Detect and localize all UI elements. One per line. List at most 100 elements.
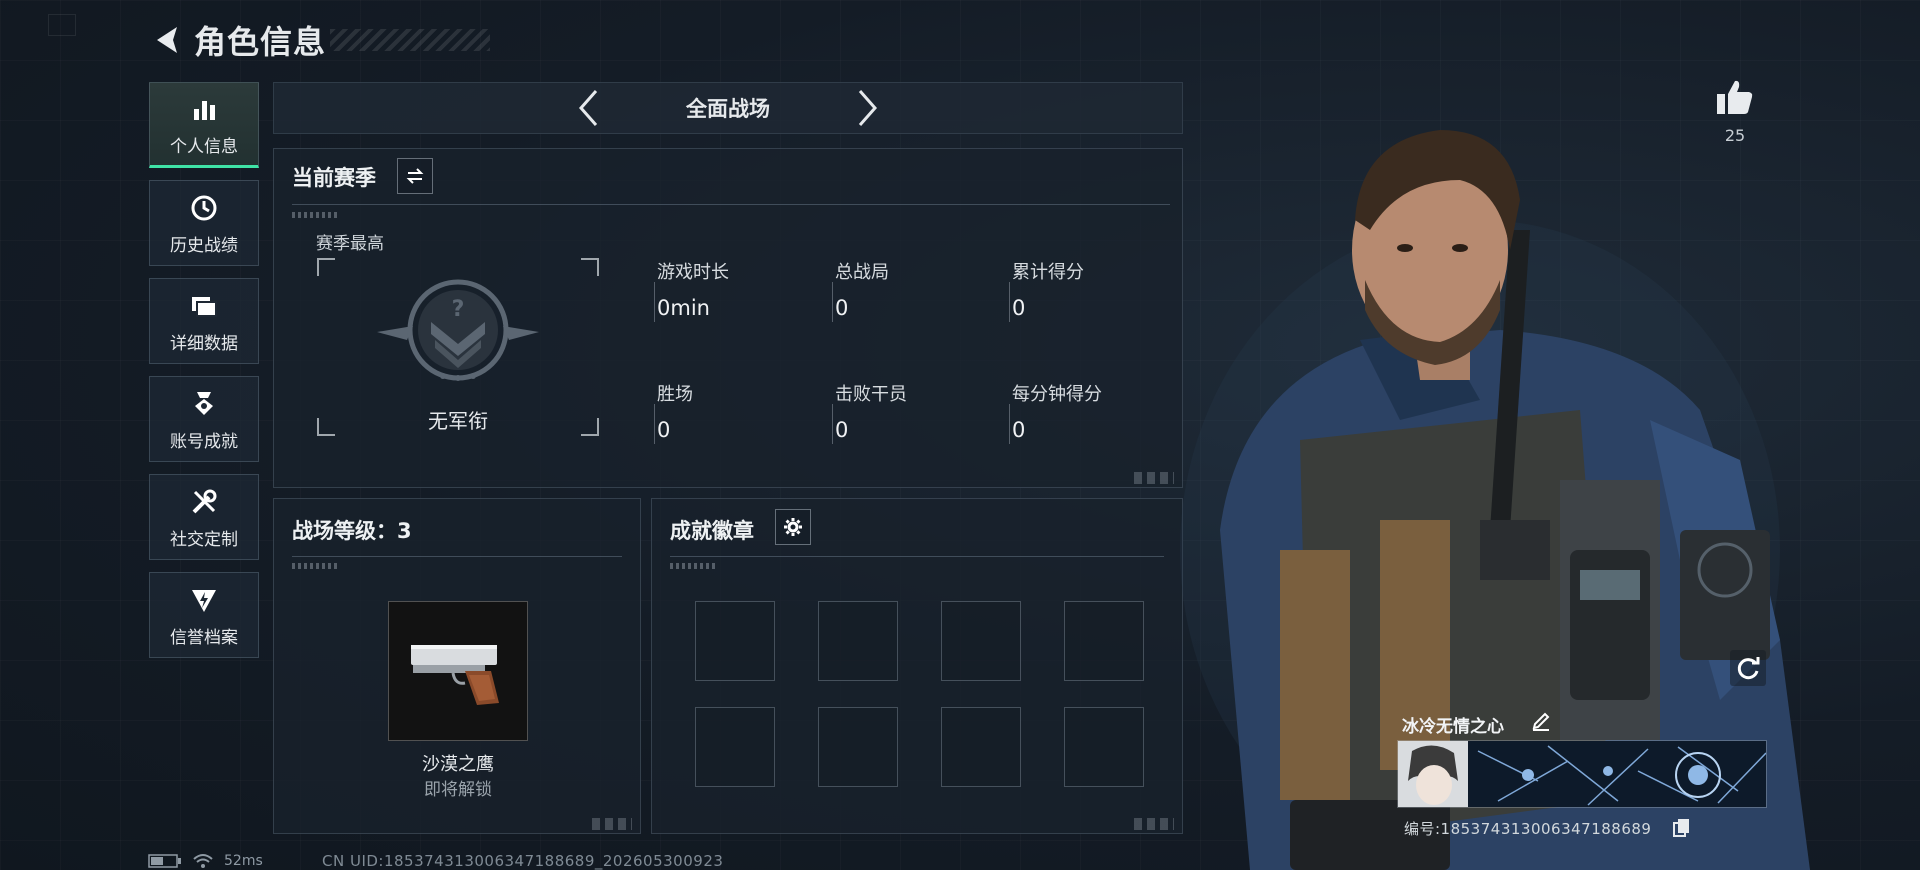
copy-icon xyxy=(1673,819,1689,837)
chevron-left-icon xyxy=(578,90,598,126)
stat-label: 每分钟得分 xyxy=(1012,384,1102,405)
stat-divider xyxy=(832,282,833,322)
folder-stack-icon xyxy=(187,289,221,323)
frame-corner xyxy=(317,258,335,276)
badge-slot[interactable] xyxy=(695,707,775,787)
ping-value: 52ms xyxy=(224,853,263,869)
stat-total-score: 累计得分 0 xyxy=(1012,258,1084,320)
shield-bolt-icon xyxy=(187,583,221,617)
badge-slot[interactable] xyxy=(941,601,1021,681)
sidebar-item-credit[interactable]: 信誉档案 xyxy=(149,572,259,658)
sidebar-item-social[interactable]: 社交定制 xyxy=(149,474,259,560)
stat-value: 0 xyxy=(657,418,671,442)
player-namecard[interactable] xyxy=(1397,740,1767,808)
pistol-icon xyxy=(411,645,499,705)
copy-id-button[interactable] xyxy=(1672,817,1692,841)
season-best-label: 赛季最高 xyxy=(316,234,384,254)
sidebar-item-history[interactable]: 历史战绩 xyxy=(149,180,259,266)
frame-corner xyxy=(581,258,599,276)
badges-title: 成就徽章 xyxy=(670,519,754,543)
corner-decoration xyxy=(48,14,76,36)
stat-divider xyxy=(1009,282,1010,322)
mode-selector: 全面战场 xyxy=(273,82,1183,134)
page-header: 角色信息 xyxy=(148,18,491,62)
bar-chart-icon xyxy=(187,92,221,126)
stat-value: 0 xyxy=(1012,418,1026,442)
sidebar: 个人信息 历史战绩 详细数据 账号成就 社交定制 信誉档案 xyxy=(149,82,259,670)
badge-slot[interactable] xyxy=(1064,601,1144,681)
corner-decoration xyxy=(592,818,632,830)
badge-slot[interactable] xyxy=(818,707,898,787)
mode-label: 全面战场 xyxy=(686,97,770,121)
stat-value: 0 xyxy=(835,418,849,442)
stat-score-per-minute: 每分钟得分 0 xyxy=(1012,380,1102,442)
edit-name-button[interactable] xyxy=(1530,710,1552,736)
change-appearance-button[interactable] xyxy=(1730,650,1766,686)
tick-decoration xyxy=(292,563,338,569)
svg-text:?: ? xyxy=(452,297,465,322)
back-button[interactable] xyxy=(148,20,188,60)
badge-slot[interactable] xyxy=(941,707,1021,787)
switch-season-button[interactable] xyxy=(397,158,433,194)
weapon-reward-card[interactable] xyxy=(388,601,528,741)
stat-label: 总战局 xyxy=(835,262,889,283)
tick-decoration xyxy=(670,563,716,569)
like-count: 25 xyxy=(1724,126,1746,145)
player-name: 冰冷无情之心 xyxy=(1402,717,1504,737)
refresh-icon xyxy=(1737,657,1760,680)
rank-display: ? 无军衔 xyxy=(317,258,599,436)
sidebar-item-label: 账号成就 xyxy=(170,431,238,452)
sidebar-item-achievements[interactable]: 账号成就 xyxy=(149,376,259,462)
stat-total-matches: 总战局 0 xyxy=(835,258,889,320)
sidebar-item-label: 详细数据 xyxy=(170,333,238,354)
badge-slot[interactable] xyxy=(695,601,775,681)
namecard-banner xyxy=(1398,741,1766,807)
chevron-right-icon xyxy=(858,90,878,126)
badge-settings-button[interactable] xyxy=(775,509,811,545)
gear-icon xyxy=(784,518,802,536)
divider xyxy=(292,556,622,557)
back-arrow-icon xyxy=(157,27,177,53)
rank-name: 无军衔 xyxy=(428,409,488,433)
stat-divider xyxy=(654,282,655,322)
stat-label: 游戏时长 xyxy=(657,262,729,283)
sidebar-item-label: 社交定制 xyxy=(170,529,238,550)
divider xyxy=(292,204,1170,205)
stat-divider xyxy=(1009,404,1010,444)
thumbs-up-icon xyxy=(1717,80,1753,114)
player-id: 编号:18537431300634718868​9 xyxy=(1404,820,1652,838)
stat-divider xyxy=(832,404,833,444)
weapon-unlock-status: 即将解锁 xyxy=(424,780,492,800)
sidebar-item-label: 历史战绩 xyxy=(170,235,238,256)
badge-slot[interactable] xyxy=(1064,707,1144,787)
season-title: 当前赛季 xyxy=(292,166,376,190)
stat-value: 0 xyxy=(1012,296,1026,320)
title-decoration xyxy=(330,29,491,51)
tick-decoration xyxy=(292,212,338,218)
mode-next-button[interactable] xyxy=(848,83,888,133)
corner-decoration xyxy=(1134,818,1174,830)
sidebar-item-label: 个人信息 xyxy=(170,136,238,157)
stat-wins: 胜场 0 xyxy=(657,380,693,442)
history-clock-icon xyxy=(187,191,221,225)
rank-emblem-icon: ? xyxy=(377,279,539,381)
like-widget[interactable]: 25 xyxy=(1710,78,1760,145)
sidebar-item-personal-info[interactable]: 个人信息 xyxy=(149,82,259,168)
pencil-icon xyxy=(1532,712,1550,731)
stat-kills: 击败干员 0 xyxy=(835,380,907,442)
mode-prev-button[interactable] xyxy=(568,83,608,133)
weapon-name: 沙漠之鹰 xyxy=(422,754,494,775)
page-title: 角色信息 xyxy=(194,23,327,61)
sidebar-item-detailed-data[interactable]: 详细数据 xyxy=(149,278,259,364)
corner-decoration xyxy=(1134,472,1174,484)
battlefield-level-title: 战场等级：3 xyxy=(292,519,412,543)
achievement-medal-icon xyxy=(187,387,221,421)
wrench-screwdriver-icon xyxy=(187,485,221,519)
stat-play-time: 游戏时长 0min xyxy=(657,258,729,320)
status-bar: 52ms xyxy=(148,852,263,870)
stat-label: 累计得分 xyxy=(1012,262,1084,283)
swap-arrows-icon xyxy=(406,168,424,184)
badge-slot[interactable] xyxy=(818,601,898,681)
battery-icon xyxy=(148,854,181,868)
divider xyxy=(670,556,1164,557)
